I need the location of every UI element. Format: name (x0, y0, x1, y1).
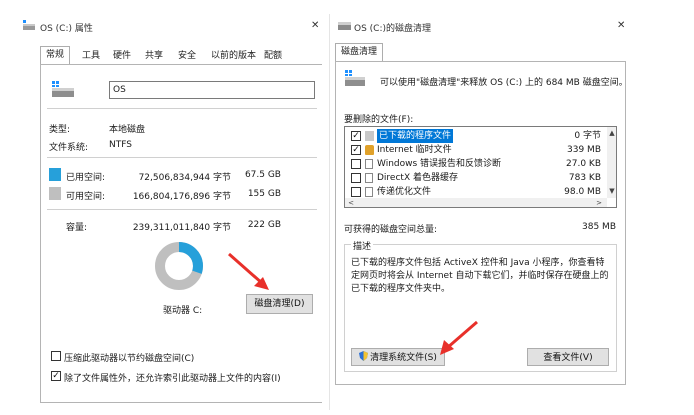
used-label: 已用空间: (66, 173, 106, 183)
intro-text: 可以使用"磁盘清理"来释放 OS (C:) 上的 684 MB 磁盘空间。 (380, 78, 628, 88)
free-label: 可用空间: (66, 192, 106, 202)
usage-donut (155, 242, 203, 290)
free-color-swatch (49, 187, 61, 200)
list-vscrollbar[interactable]: ▲ ▼ (607, 127, 616, 198)
compress-label: 压缩此驱动器以节约磁盘空间(C) (64, 354, 195, 364)
scroll-down-icon[interactable]: ▼ (608, 187, 616, 195)
divider-top (47, 108, 317, 109)
capacity-bytes: 239,311,011,840 字节 (132, 223, 231, 233)
index-checkbox[interactable]: ✓ (51, 371, 61, 381)
file-checkbox[interactable] (351, 173, 361, 183)
files-to-delete-label: 要删除的文件(F): (344, 115, 414, 125)
clean-system-files-label: 清理系统文件(S) (370, 353, 437, 363)
used-size: 67.5 GB (244, 170, 281, 180)
file-icon (365, 187, 373, 197)
filesystem-label: 文件系统: (49, 143, 89, 153)
description-text: 已下载的程序文件包括 ActiveX 控件和 Java 小程序，你查看特定网页时… (351, 258, 609, 294)
type-label: 类型: (49, 125, 71, 135)
total-space-label: 可获得的磁盘空间总量: (344, 225, 438, 235)
close-icon[interactable]: ✕ (617, 20, 625, 31)
scroll-left-icon[interactable]: < (347, 199, 355, 207)
drive-label: 驱动器 C: (163, 306, 203, 316)
files-list-rows: ✓ 已下载的程序文件 0 字节 ✓ Internet 临时文件 339 MB Windows… (349, 129, 605, 201)
file-size: 0 字节 (574, 131, 601, 141)
capacity-label: 容量: (66, 223, 88, 233)
tab-strip: 常规 工具 硬件 共享 安全 以前的版本 配额 (40, 46, 320, 65)
properties-window: OS (C:) 属性 ✕ 常规 工具 硬件 共享 安全 以前的版本 配额 OS … (0, 0, 327, 415)
window-title: OS (C:) 属性 (40, 24, 93, 34)
scroll-right-icon[interactable]: > (595, 199, 603, 207)
tab-quota[interactable]: 配额 (259, 48, 287, 64)
file-size: 27.0 KB (566, 159, 601, 169)
tab-disk-cleanup[interactable]: 磁盘清理 (335, 43, 384, 62)
drive-name-input[interactable]: OS (109, 81, 315, 99)
free-bytes: 166,804,176,896 字节 (132, 192, 231, 202)
close-icon[interactable]: ✕ (311, 20, 319, 31)
scroll-up-icon[interactable]: ▲ (608, 129, 616, 137)
shield-icon (359, 351, 369, 361)
drive-icon (345, 70, 365, 86)
drive-icon (23, 20, 35, 30)
file-name: Windows 错误报告和反馈诊断 (377, 159, 502, 169)
used-color-swatch (49, 168, 61, 181)
file-size: 98.0 MB (564, 187, 601, 197)
file-name: Internet 临时文件 (377, 145, 452, 155)
clean-system-files-button[interactable]: 清理系统文件(S) (351, 348, 445, 366)
type-value: 本地磁盘 (109, 125, 146, 135)
list-item[interactable]: ✓ 已下载的程序文件 0 字节 (349, 129, 605, 143)
list-item[interactable]: Windows 错误报告和反馈诊断 27.0 KB (349, 157, 605, 171)
file-icon (365, 159, 373, 169)
tab-security[interactable]: 安全 (173, 48, 201, 64)
divider-capacity (47, 209, 317, 210)
lock-icon (365, 145, 374, 155)
file-checkbox[interactable]: ✓ (351, 131, 361, 141)
index-label: 除了文件属性外，还允许索引此驱动器上文件的内容(I) (64, 374, 281, 384)
tab-hardware[interactable]: 硬件 (108, 48, 136, 64)
filesystem-value: NTFS (109, 140, 132, 150)
tab-previous-versions[interactable]: 以前的版本 (206, 48, 261, 64)
tab-general[interactable]: 常规 (40, 46, 71, 65)
drive-large-icon (52, 81, 74, 97)
tab-sharing[interactable]: 共享 (140, 48, 168, 64)
file-name: 传递优化文件 (377, 187, 432, 197)
file-checkbox[interactable]: ✓ (351, 145, 361, 155)
list-hscrollbar[interactable]: < > (345, 198, 607, 207)
file-checkbox[interactable] (351, 159, 361, 169)
file-name: 已下载的程序文件 (377, 129, 454, 143)
file-size: 783 KB (568, 173, 601, 183)
window-title: OS (C:)的磁盘清理 (354, 24, 431, 34)
file-checkbox[interactable] (351, 187, 361, 197)
compress-checkbox[interactable] (51, 351, 61, 361)
files-list[interactable]: ✓ 已下载的程序文件 0 字节 ✓ Internet 临时文件 339 MB Windows… (344, 126, 617, 208)
list-item[interactable]: ✓ Internet 临时文件 339 MB (349, 143, 605, 157)
view-files-button[interactable]: 查看文件(V) (527, 348, 609, 366)
disk-cleanup-window: OS (C:)的磁盘清理 ✕ 磁盘清理 可以使用"磁盘清理"来释放 OS (C:… (333, 0, 694, 415)
capacity-size: 222 GB (247, 220, 281, 230)
disk-cleanup-button[interactable]: 磁盘清理(D) (246, 294, 313, 314)
list-item[interactable]: 传递优化文件 98.0 MB (349, 185, 605, 199)
folder-icon (365, 131, 374, 141)
total-space-value: 385 MB (582, 222, 616, 232)
description-title: 描述 (351, 239, 374, 252)
file-icon (365, 173, 373, 183)
used-bytes: 72,506,834,944 字节 (138, 173, 231, 183)
free-size: 155 GB (247, 189, 281, 199)
drive-name-value: OS (113, 85, 126, 95)
red-arrow-icon (228, 252, 269, 290)
divider-middle (47, 157, 317, 158)
cleanup-app-icon (338, 22, 351, 30)
file-size: 339 MB (567, 145, 601, 155)
window-gap-divider (329, 14, 330, 410)
list-item[interactable]: DirectX 着色器缓存 783 KB (349, 171, 605, 185)
tab-tools[interactable]: 工具 (77, 48, 105, 64)
file-name: DirectX 着色器缓存 (377, 173, 458, 183)
red-arrow-icon (440, 320, 478, 355)
